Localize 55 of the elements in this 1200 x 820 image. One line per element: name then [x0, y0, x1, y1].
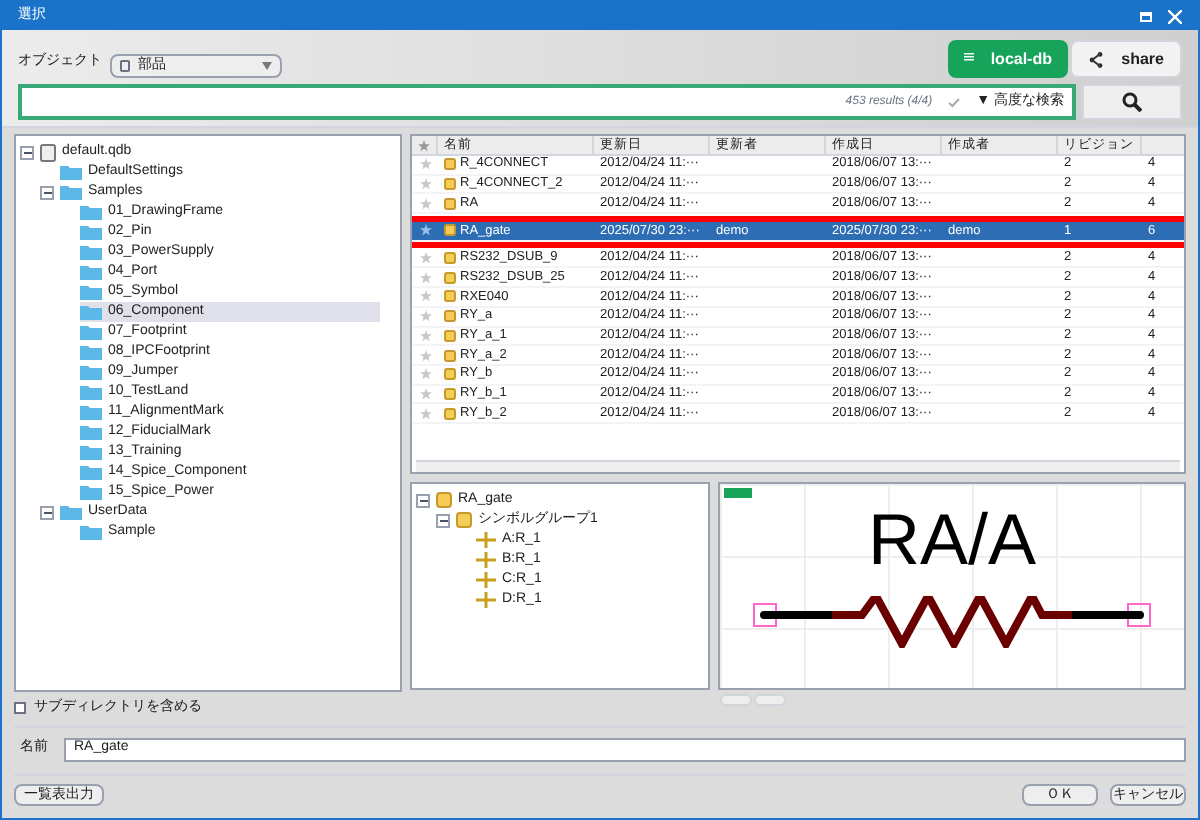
collapse-toggle[interactable]	[20, 145, 34, 159]
star-icon[interactable]	[419, 178, 431, 191]
star-icon[interactable]	[419, 224, 431, 237]
close-icon[interactable]	[1168, 9, 1182, 23]
check-icon	[948, 97, 961, 107]
previous-button[interactable]	[720, 694, 752, 706]
pin-icon	[476, 592, 496, 608]
horizontal-scrollbar[interactable]	[416, 460, 1180, 472]
search-icon	[1122, 92, 1142, 112]
star-icon[interactable]	[419, 252, 431, 265]
star-icon[interactable]	[419, 158, 431, 171]
star-icon[interactable]	[419, 407, 431, 420]
dropdown-caret-icon	[262, 62, 272, 70]
star-icon[interactable]	[419, 197, 431, 210]
collapse-toggle[interactable]	[40, 505, 54, 519]
folder-icon	[80, 224, 102, 240]
object-icon	[120, 60, 130, 72]
pin-icon	[476, 552, 496, 568]
star-icon[interactable]	[419, 329, 431, 342]
folder-icon	[80, 524, 102, 540]
star-icon[interactable]	[419, 271, 431, 284]
next-button[interactable]	[754, 694, 786, 706]
folder-icon	[80, 204, 102, 220]
star-icon[interactable]	[419, 349, 431, 362]
collapse-toggle[interactable]	[40, 185, 54, 199]
search-button[interactable]	[1082, 84, 1182, 120]
maximize-icon[interactable]	[1140, 11, 1152, 21]
pin-icon	[476, 572, 496, 588]
share-icon	[1088, 51, 1104, 67]
pin-icon	[476, 532, 496, 548]
folder-icon	[80, 444, 102, 460]
folder-icon	[80, 464, 102, 480]
folder-icon	[80, 264, 102, 280]
star-icon[interactable]	[418, 139, 430, 151]
database-icon	[40, 143, 56, 161]
star-icon[interactable]	[419, 290, 431, 303]
share-button[interactable]: share	[1070, 40, 1182, 78]
star-icon[interactable]	[419, 368, 431, 381]
symbol-label: RA/A	[867, 500, 1037, 580]
part-icon	[444, 224, 456, 237]
folder-icon	[80, 364, 102, 380]
folder-icon	[80, 244, 102, 260]
star-icon[interactable]	[419, 310, 431, 323]
folder-icon	[80, 384, 102, 400]
folder-icon	[80, 344, 102, 360]
folder-icon	[80, 404, 102, 420]
folder-icon	[80, 304, 102, 320]
folder-icon	[60, 504, 82, 520]
folder-icon	[60, 184, 82, 200]
preview-badge	[724, 488, 752, 498]
star-icon[interactable]	[419, 387, 431, 400]
folder-icon	[80, 424, 102, 440]
folder-icon	[80, 484, 102, 500]
checkbox[interactable]	[14, 702, 26, 714]
folder-icon	[60, 164, 82, 180]
